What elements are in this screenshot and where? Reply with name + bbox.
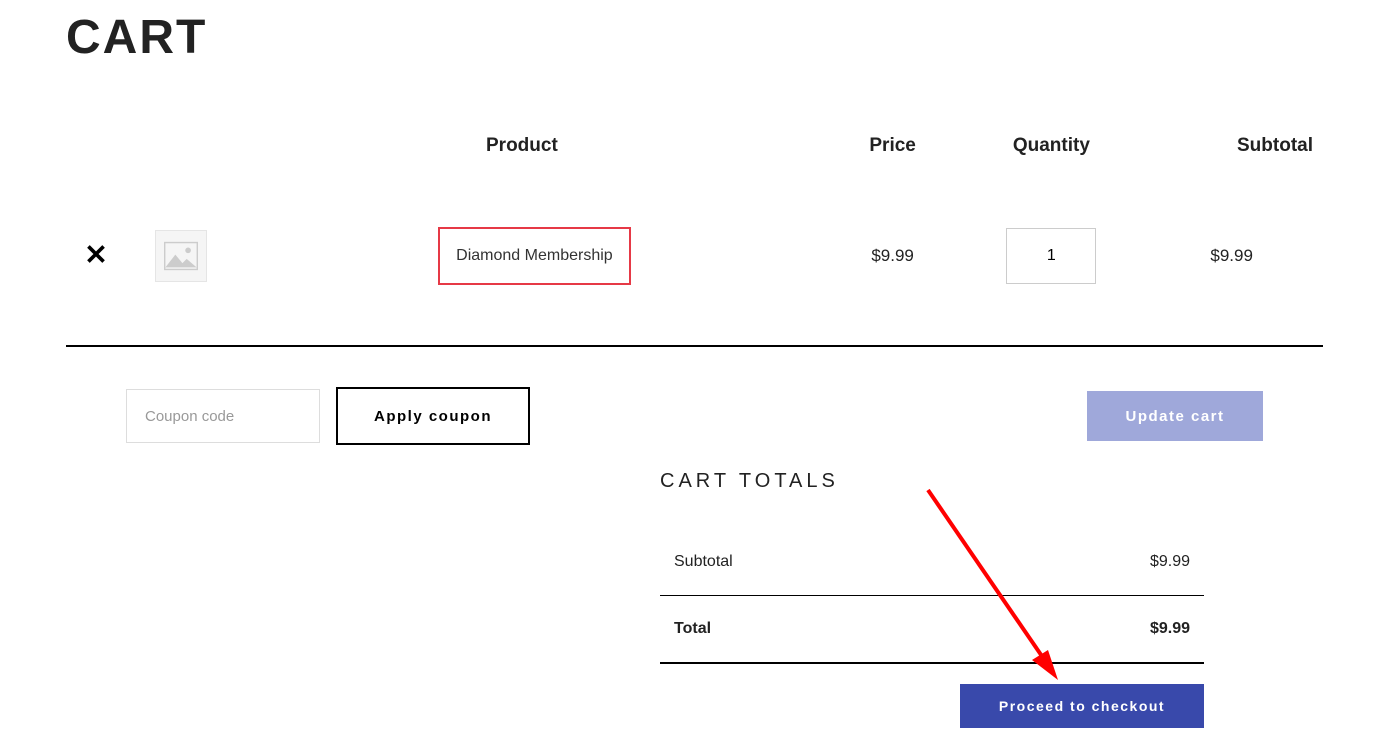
quantity-input[interactable] [1006, 228, 1096, 284]
header-product: Product [236, 115, 833, 197]
product-name-link[interactable]: Diamond Membership [438, 227, 631, 285]
update-cart-button[interactable]: Update cart [1087, 391, 1263, 441]
table-row: Diamond Membership $9.99 $9.99 [66, 197, 1323, 315]
proceed-to-checkout-button[interactable]: Proceed to checkout [960, 684, 1204, 728]
header-price: Price [833, 115, 953, 197]
coupon-input[interactable] [126, 389, 320, 443]
cart-totals-section: CART TOTALS Subtotal $9.99 Total $9.99 P… [660, 470, 1204, 728]
page-title: CART [66, 10, 1323, 65]
product-price: $9.99 [833, 197, 953, 315]
actions-row: Apply coupon Update cart [66, 347, 1323, 485]
image-placeholder-icon [164, 241, 198, 271]
header-subtotal: Subtotal [1150, 115, 1323, 197]
total-label: Total [660, 596, 965, 664]
product-thumbnail[interactable] [155, 230, 207, 282]
remove-item-button[interactable] [87, 245, 105, 268]
header-quantity: Quantity [952, 115, 1150, 197]
total-value: $9.99 [965, 596, 1204, 664]
subtotal-label: Subtotal [660, 529, 965, 596]
apply-coupon-button[interactable]: Apply coupon [336, 387, 530, 445]
subtotal-value: $9.99 [965, 529, 1204, 596]
close-icon [87, 245, 105, 263]
product-subtotal: $9.99 [1150, 197, 1323, 315]
cart-totals-table: Subtotal $9.99 Total $9.99 [660, 529, 1204, 664]
cart-table: Product Price Quantity Subtotal [66, 115, 1323, 315]
cart-totals-title: CART TOTALS [660, 470, 1204, 493]
